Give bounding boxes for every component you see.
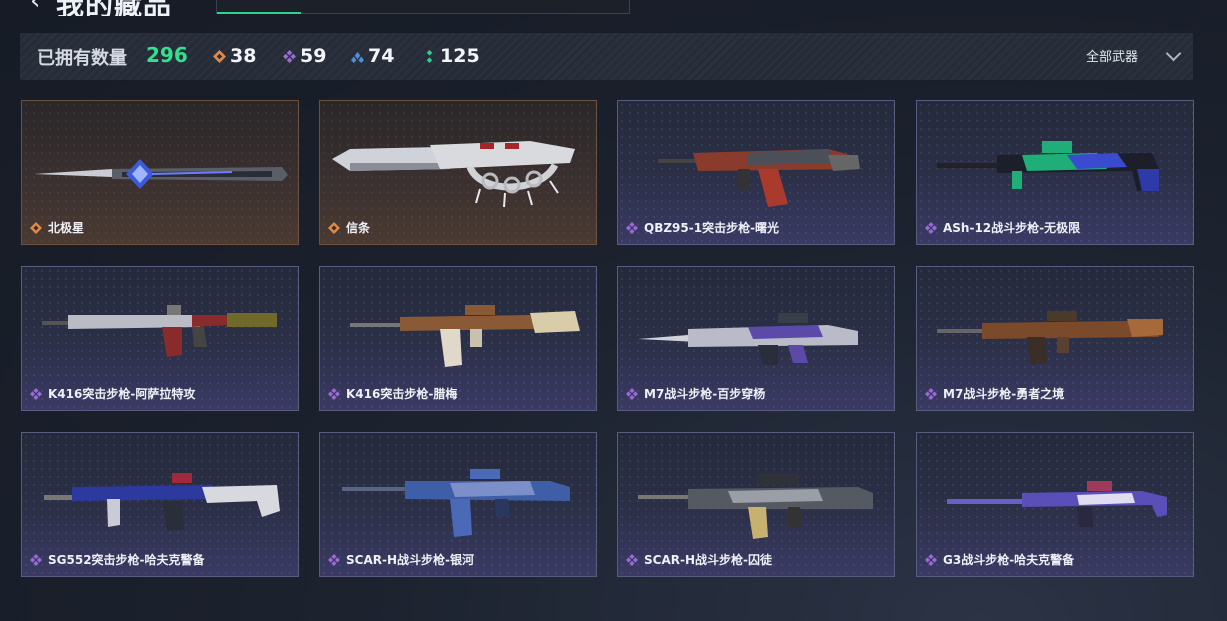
- item-name: SCAR-H战斗步枪-囚徒: [644, 553, 772, 567]
- knife-image: [332, 141, 575, 208]
- purple-diamond-icon: [626, 221, 638, 234]
- item-name: SG552突击步枪-哈夫克警备: [48, 553, 205, 567]
- page-title: 我的藏品: [56, 0, 172, 16]
- orange-diamond-icon: [328, 221, 340, 234]
- card-footer: K416突击步枪-阿萨拉特攻: [30, 385, 195, 402]
- purple-diamond-icon: [328, 387, 340, 400]
- orange-diamond-icon: [213, 49, 226, 63]
- card-footer: QBZ95-1突击步枪-曙光: [626, 219, 779, 236]
- rifle-image: [638, 313, 858, 365]
- chevron-down-icon: [1165, 45, 1182, 61]
- rifle-image: [937, 141, 1159, 191]
- active-tab-indicator: [217, 12, 301, 14]
- stat-value: 38: [230, 45, 257, 67]
- card-footer: SCAR-H战斗步枪-囚徒: [626, 551, 772, 568]
- item-name: K416突击步枪-阿萨拉特攻: [48, 387, 196, 401]
- collection-card-3[interactable]: QBZ95-1突击步枪-曙光: [617, 100, 895, 245]
- card-footer: K416突击步枪-腊梅: [328, 385, 457, 402]
- purple-diamond-icon: [925, 221, 937, 234]
- card-footer: 北极星: [30, 219, 84, 236]
- stat-value: 125: [440, 45, 480, 67]
- purple-diamond-icon: [925, 553, 937, 566]
- card-footer: M7战斗步枪-勇者之境: [925, 385, 1064, 402]
- card-footer: 信条: [328, 219, 370, 236]
- rifle-image: [937, 311, 1163, 365]
- item-name: SCAR-H战斗步枪-银河: [346, 553, 474, 567]
- tab-bar[interactable]: [216, 0, 630, 14]
- stats-bar: 已拥有数量 296 38 59 74 125 全部武器: [20, 33, 1193, 80]
- collection-card-9[interactable]: SG552突击步枪-哈夫克警备: [21, 432, 299, 577]
- rifle-image: [350, 305, 580, 367]
- collection-card-1[interactable]: 北极星: [21, 100, 299, 245]
- stat-value: 59: [300, 45, 327, 67]
- weapon-filter-dropdown[interactable]: 全部武器: [1085, 45, 1182, 65]
- purple-diamond-icon: [626, 387, 638, 400]
- rifle-image: [658, 149, 860, 207]
- rifle-image: [638, 473, 873, 539]
- stat-orange: 38: [213, 43, 256, 69]
- collection-card-2[interactable]: 信条: [319, 100, 597, 245]
- collection-card-7[interactable]: M7战斗步枪-百步穿杨: [617, 266, 895, 411]
- green-diamond-icon: [426, 49, 433, 63]
- stat-green: 125: [423, 43, 480, 69]
- purple-diamond-icon: [30, 553, 42, 566]
- rifle-image: [342, 469, 570, 537]
- filter-label: 全部武器: [1085, 50, 1138, 65]
- item-name: M7战斗步枪-百步穿杨: [644, 387, 766, 401]
- owned-label: 已拥有数量: [37, 48, 127, 69]
- collection-grid: 北极星 信条 QBZ95-1突击步枪-曙光 ASh-12战斗步枪-无极限 K41…: [21, 100, 1194, 580]
- collection-card-11[interactable]: SCAR-H战斗步枪-囚徒: [617, 432, 895, 577]
- stat-value: 74: [368, 45, 395, 67]
- owned-count: 296: [146, 43, 188, 67]
- purple-diamond-icon: [30, 387, 42, 400]
- purple-diamond-icon: [925, 387, 937, 400]
- card-footer: G3战斗步枪-哈夫克警备: [925, 551, 1074, 568]
- collection-card-8[interactable]: M7战斗步枪-勇者之境: [916, 266, 1194, 411]
- card-footer: SG552突击步枪-哈夫克警备: [30, 551, 205, 568]
- item-name: M7战斗步枪-勇者之境: [943, 387, 1065, 401]
- orange-diamond-icon: [30, 221, 42, 234]
- knife-image: [34, 159, 288, 189]
- purple-diamond-icon: [626, 553, 638, 566]
- collection-card-12[interactable]: G3战斗步枪-哈夫克警备: [916, 432, 1194, 577]
- rifle-image: [947, 481, 1167, 527]
- item-name: 北极星: [48, 221, 85, 235]
- item-name: ASh-12战斗步枪-无极限: [943, 221, 1081, 235]
- card-footer: M7战斗步枪-百步穿杨: [626, 385, 765, 402]
- rifle-image: [42, 305, 277, 357]
- purple-diamond-icon: [328, 553, 340, 566]
- item-name: QBZ95-1突击步枪-曙光: [644, 221, 780, 235]
- card-footer: ASh-12战斗步枪-无极限: [925, 219, 1080, 236]
- collection-card-5[interactable]: K416突击步枪-阿萨拉特攻: [21, 266, 299, 411]
- rifle-image: [44, 473, 280, 531]
- purple-diamond-icon: [283, 49, 296, 63]
- chevron-left-icon[interactable]: ‹: [30, 0, 40, 16]
- collection-card-6[interactable]: K416突击步枪-腊梅: [319, 266, 597, 411]
- stat-blue: 74: [351, 43, 394, 69]
- stat-purple: 59: [283, 43, 326, 69]
- item-name: 信条: [346, 221, 371, 235]
- item-name: K416突击步枪-腊梅: [346, 387, 458, 401]
- top-bar: ‹ 我的藏品: [0, 0, 1227, 16]
- card-footer: SCAR-H战斗步枪-银河: [328, 551, 474, 568]
- collection-card-10[interactable]: SCAR-H战斗步枪-银河: [319, 432, 597, 577]
- blue-diamond-icon: [351, 51, 364, 63]
- item-name: G3战斗步枪-哈夫克警备: [943, 553, 1075, 567]
- collection-card-4[interactable]: ASh-12战斗步枪-无极限: [916, 100, 1194, 245]
